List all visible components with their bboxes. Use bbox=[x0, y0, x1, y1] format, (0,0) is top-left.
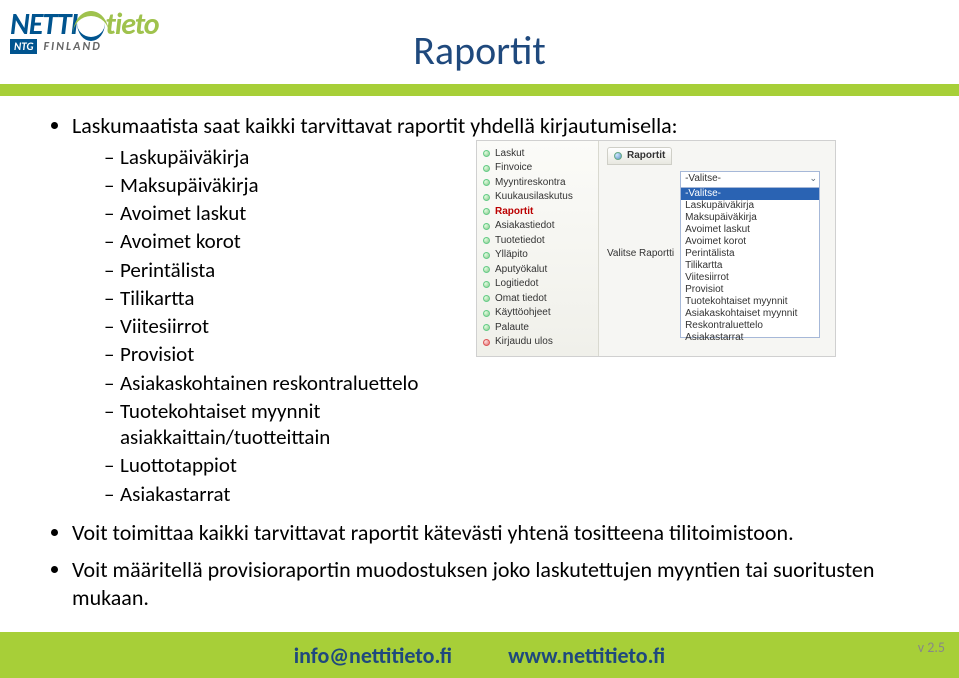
select-option[interactable]: -Valitse- bbox=[681, 188, 819, 200]
app-nav-label: Laskut bbox=[495, 148, 524, 161]
slide-title: Raportit bbox=[0, 26, 959, 75]
app-nav: LaskutFinvoice MyyntireskontraKuukausilas… bbox=[477, 141, 599, 356]
nav-bullet-icon bbox=[483, 165, 490, 172]
nav-bullet-icon bbox=[483, 194, 490, 201]
app-nav-label: Omat tiedot bbox=[495, 293, 547, 306]
footer-email: info@nettitieto.fi bbox=[294, 642, 452, 669]
select-option[interactable]: Perintälista bbox=[681, 248, 819, 260]
bullet-provision: Voit määritellä provisioraportin muodost… bbox=[72, 556, 919, 611]
version-label: v 2.5 bbox=[918, 639, 945, 656]
select-option-list: -Valitse-LaskupäiväkirjaMaksupäiväkirjaA… bbox=[680, 188, 820, 338]
slide-content: Laskumaatista saat kaikki tarvittavat ra… bbox=[46, 112, 919, 617]
app-nav-item[interactable]: Kirjaudu ulos bbox=[481, 335, 594, 350]
report-type-item: Viitesiirrot bbox=[104, 313, 462, 339]
select-option[interactable]: Maksupäiväkirja bbox=[681, 212, 819, 224]
report-type-list: LaskupäiväkirjaMaksupäiväkirjaAvoimet la… bbox=[72, 144, 462, 507]
header-rule bbox=[0, 84, 959, 96]
app-nav-label: Kuukausilaskutus bbox=[495, 191, 573, 204]
app-nav-item[interactable]: Ylläpito bbox=[481, 248, 594, 263]
select-option[interactable]: Tilikartta bbox=[681, 260, 819, 272]
report-type-item: Tuotekohtaiset myynnit asiakkaittain/tuo… bbox=[104, 398, 462, 451]
app-nav-label: Logitiedot bbox=[495, 278, 538, 291]
app-nav-label: Asiakastiedot bbox=[495, 220, 554, 233]
footer-url: www.nettitieto.fi bbox=[508, 642, 665, 669]
select-label: Valitse Raportti bbox=[607, 248, 674, 261]
nav-bullet-icon bbox=[483, 295, 490, 302]
select-option[interactable]: Asiakastarrat bbox=[681, 332, 819, 344]
app-nav-item[interactable]: Kuukausilaskutus bbox=[481, 190, 594, 205]
app-nav-item[interactable]: Laskut bbox=[481, 147, 594, 162]
report-type-item: Luottotappiot bbox=[104, 452, 462, 478]
app-nav-item[interactable]: Käyttöohjeet bbox=[481, 306, 594, 321]
app-nav-label: Kirjaudu ulos bbox=[495, 336, 553, 349]
select-option[interactable]: Laskupäiväkirja bbox=[681, 200, 819, 212]
select-option[interactable]: Tuotekohtaiset myynnit bbox=[681, 296, 819, 308]
select-value: -Valitse- bbox=[681, 172, 819, 187]
slide-header: NETTI tieto NTG FINLAND Raportit bbox=[0, 0, 959, 96]
nav-bullet-icon bbox=[483, 208, 490, 215]
app-nav-item[interactable]: Logitiedot bbox=[481, 277, 594, 292]
nav-bullet-icon bbox=[483, 324, 490, 331]
report-tab-icon bbox=[614, 152, 622, 160]
report-type-item: Asiakaskohtainen reskontraluettelo bbox=[104, 370, 462, 396]
app-nav-item[interactable]: Palaute bbox=[481, 321, 594, 336]
nav-bullet-icon bbox=[483, 252, 490, 259]
report-type-item: Tilikartta bbox=[104, 285, 462, 311]
report-type-item: Avoimet laskut bbox=[104, 200, 462, 226]
logout-icon bbox=[483, 339, 490, 346]
app-nav-label: Raportit bbox=[495, 206, 533, 219]
app-nav-item[interactable]: Raportit bbox=[481, 205, 594, 220]
report-type-item: Maksupäiväkirja bbox=[104, 172, 462, 198]
app-nav-label: Käyttöohjeet bbox=[495, 307, 551, 320]
report-type-item: Laskupäiväkirja bbox=[104, 144, 462, 170]
report-select[interactable]: -Valitse- ⌄ bbox=[680, 171, 820, 188]
select-option[interactable]: Asiakaskohtaiset myynnit bbox=[681, 308, 819, 320]
chevron-down-icon: ⌄ bbox=[810, 173, 818, 184]
nav-bullet-icon bbox=[483, 266, 490, 273]
nav-bullet-icon bbox=[483, 310, 490, 317]
bullet-deliver: Voit toimittaa kaikki tarvittavat raport… bbox=[72, 519, 919, 547]
app-nav-item[interactable]: Tuotetiedot bbox=[481, 234, 594, 249]
app-nav-item[interactable]: Aputyökalut bbox=[481, 263, 594, 278]
app-tab[interactable]: Raportit bbox=[607, 147, 672, 166]
app-nav-label: Myyntireskontra bbox=[495, 177, 566, 190]
intro-text: Laskumaatista saat kaikki tarvittavat ra… bbox=[72, 112, 678, 139]
nav-bullet-icon bbox=[483, 281, 490, 288]
app-tab-label: Raportit bbox=[627, 150, 665, 163]
embedded-app-screenshot: LaskutFinvoice MyyntireskontraKuukausilas… bbox=[476, 140, 836, 357]
nav-bullet-icon bbox=[483, 237, 490, 244]
nav-bullet-icon bbox=[483, 223, 490, 230]
select-option[interactable]: Provisiot bbox=[681, 284, 819, 296]
select-option[interactable]: Avoimet laskut bbox=[681, 224, 819, 236]
report-type-item: Provisiot bbox=[104, 341, 462, 367]
slide-footer: info@nettitieto.fi www.nettitieto.fi bbox=[0, 632, 959, 678]
app-nav-label: Ylläpito bbox=[495, 249, 528, 262]
report-type-item: Avoimet korot bbox=[104, 228, 462, 254]
app-nav-label: Tuotetiedot bbox=[495, 235, 545, 248]
app-nav-label: Palaute bbox=[495, 322, 529, 335]
nav-bullet-icon bbox=[483, 150, 490, 157]
select-option[interactable]: Viitesiirrot bbox=[681, 272, 819, 284]
report-type-item: Perintälista bbox=[104, 257, 462, 283]
app-nav-item[interactable]: Finvoice bbox=[481, 161, 594, 176]
report-type-item: Asiakastarrat bbox=[104, 481, 462, 507]
app-nav-item[interactable]: Asiakastiedot bbox=[481, 219, 594, 234]
app-nav-item[interactable]: Myyntireskontra bbox=[481, 176, 594, 191]
intro-bullet: Laskumaatista saat kaikki tarvittavat ra… bbox=[72, 112, 919, 509]
app-nav-item[interactable]: Omat tiedot bbox=[481, 292, 594, 307]
select-option[interactable]: Avoimet korot bbox=[681, 236, 819, 248]
nav-bullet-icon bbox=[483, 179, 490, 186]
select-option[interactable]: Reskontraluettelo bbox=[681, 320, 819, 332]
app-nav-label: Finvoice bbox=[495, 162, 532, 175]
app-nav-label: Aputyökalut bbox=[495, 264, 547, 277]
